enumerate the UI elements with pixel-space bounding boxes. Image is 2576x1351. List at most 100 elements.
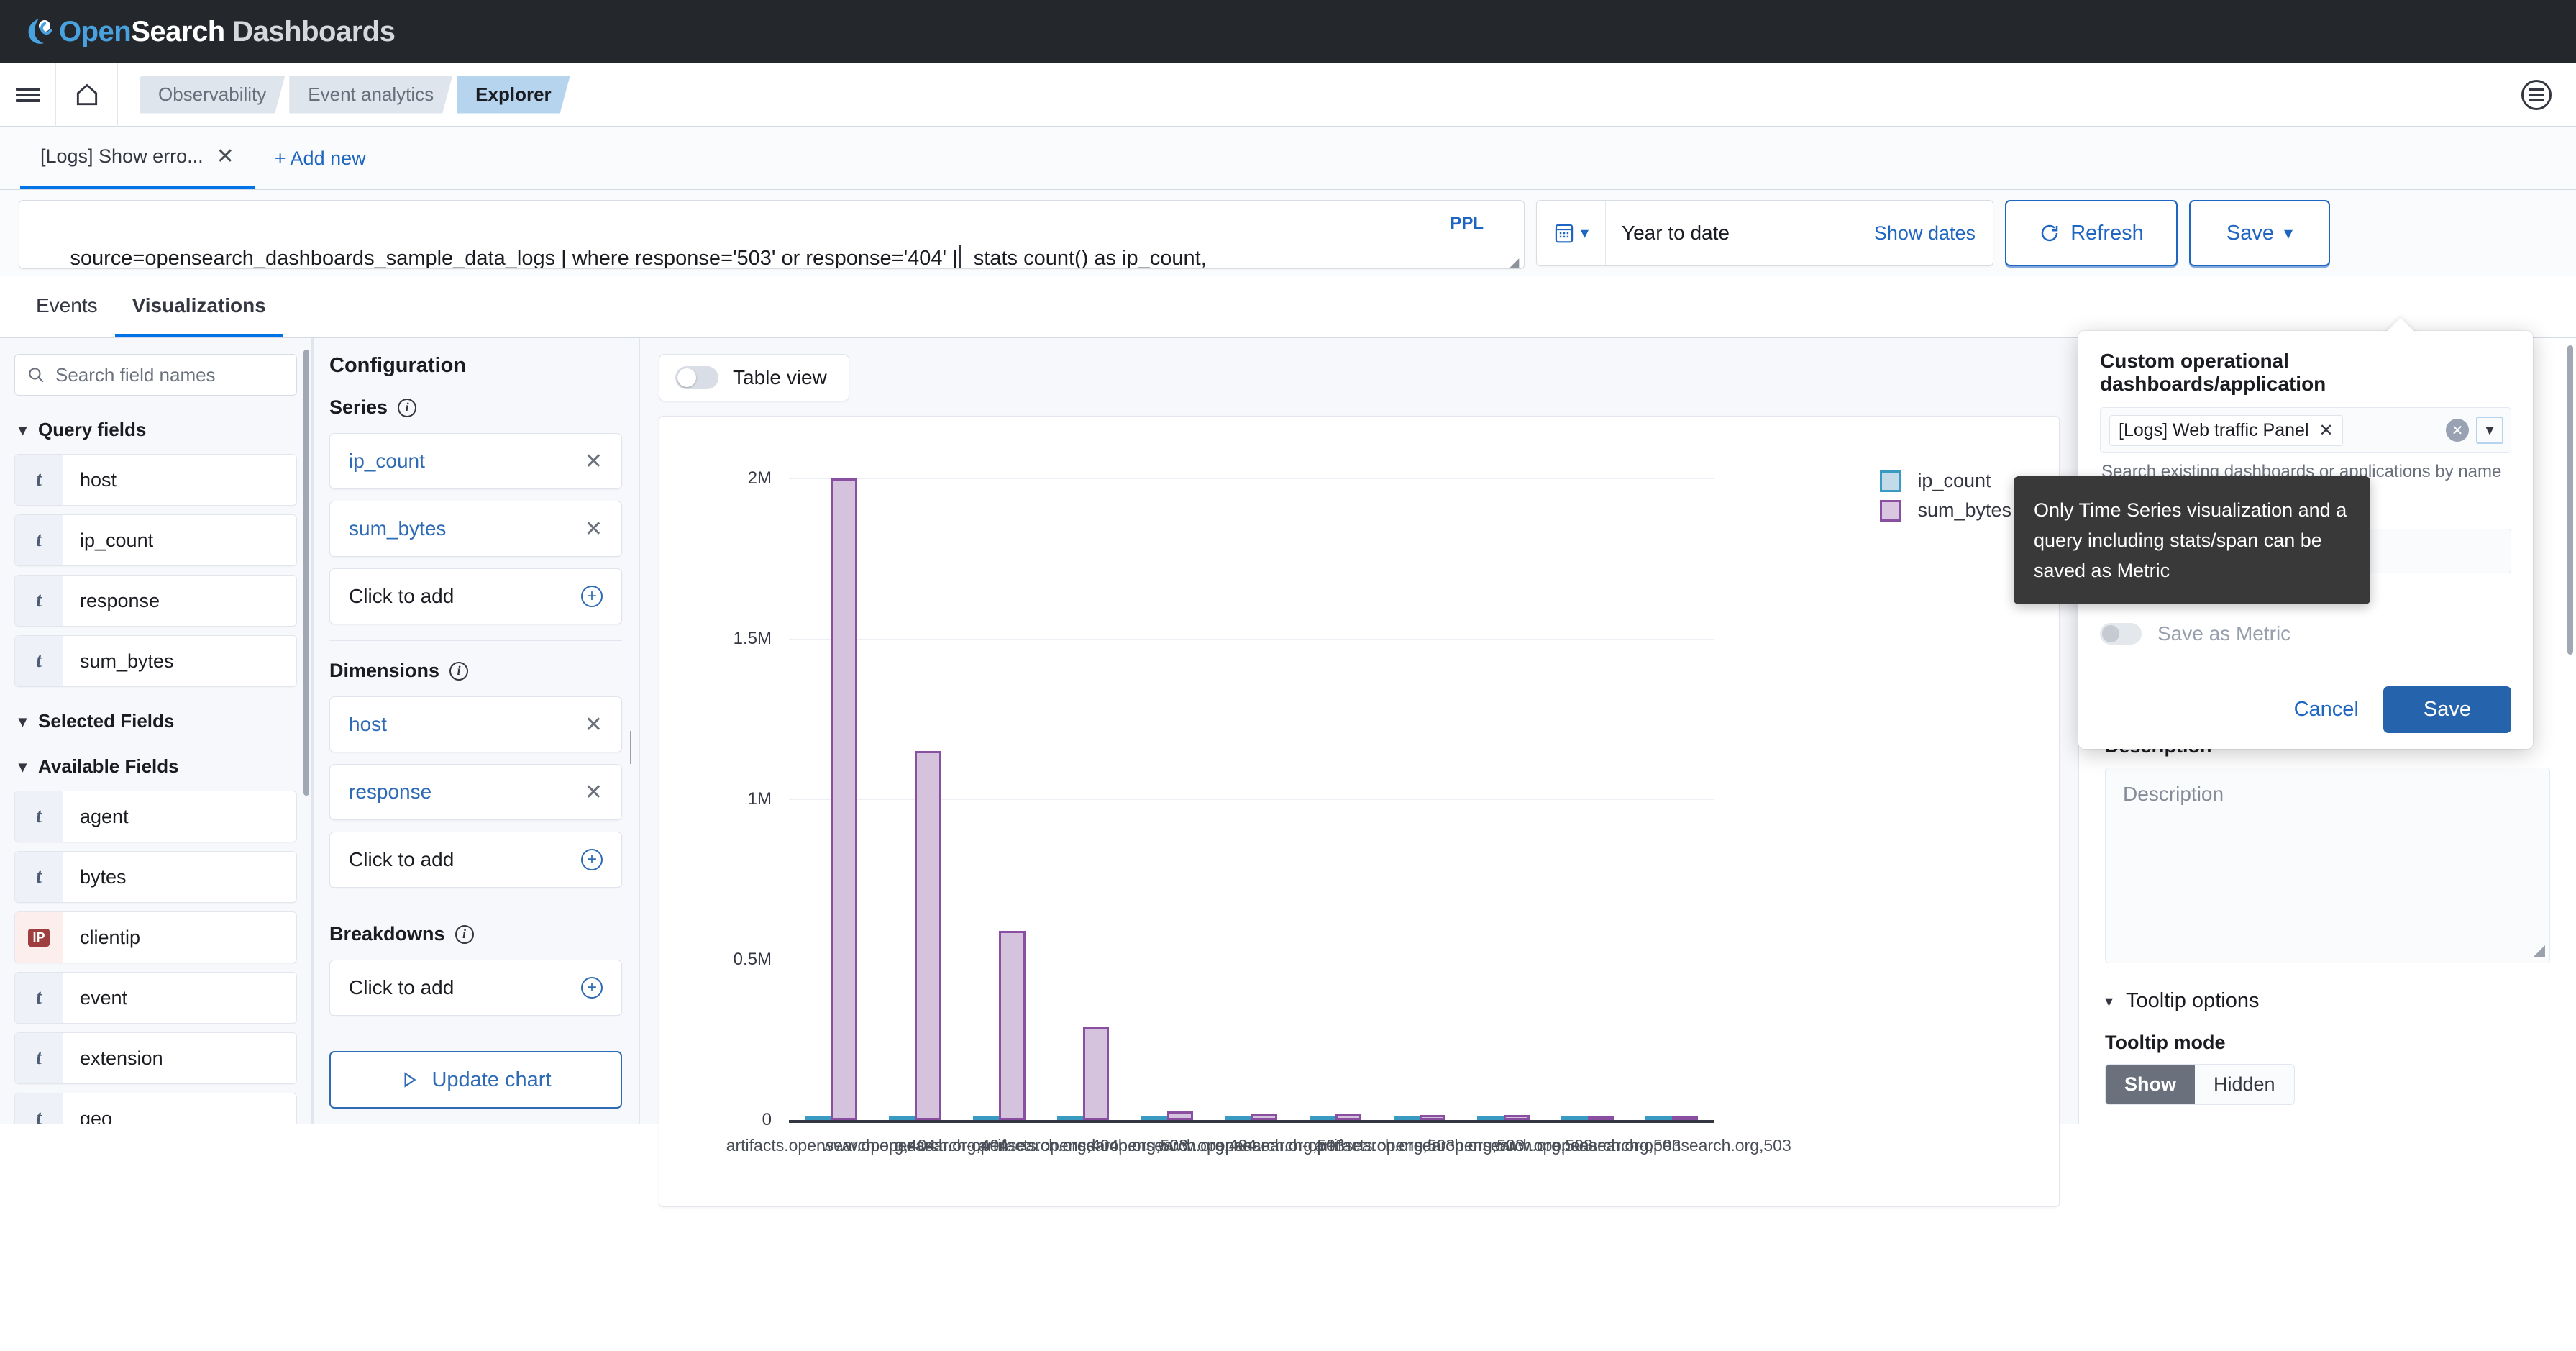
chart-bar[interactable] (831, 478, 857, 1120)
home-icon[interactable] (56, 63, 118, 127)
field-item-extension[interactable]: t extension (14, 1032, 297, 1084)
dashboard-combobox[interactable]: [Logs] Web traffic Panel ✕ ✕ ▾ (2100, 407, 2511, 453)
clear-circle-icon[interactable]: ✕ (2446, 419, 2469, 442)
close-icon[interactable]: ✕ (2319, 420, 2334, 441)
tooltip-mode-hidden-button[interactable]: Hidden (2195, 1065, 2294, 1104)
save-as-metric-row[interactable]: Save as Metric (2100, 622, 2511, 645)
table-view-switch[interactable] (675, 366, 718, 389)
breakdown-add-button[interactable]: Click to add + (329, 960, 622, 1016)
fields-group-available-fields[interactable]: ▾ Available Fields (19, 755, 297, 778)
chart-bar[interactable] (1251, 1114, 1278, 1120)
breadcrumb-explorer[interactable]: Explorer (457, 76, 570, 114)
field-item-ip-count[interactable]: t ip_count (14, 514, 297, 566)
series-item-ip-count[interactable]: ip_count ✕ (329, 433, 622, 489)
close-icon[interactable]: ✕ (585, 449, 603, 474)
add-new-tab-button[interactable]: + Add new (255, 127, 386, 189)
close-icon[interactable]: ✕ (585, 780, 603, 805)
date-range-picker[interactable]: ▾ Year to date Show dates (1536, 200, 1993, 266)
chart-bar[interactable] (1393, 1116, 1420, 1120)
resize-grip-icon[interactable]: ◢ (1508, 254, 1521, 268)
chart-bar[interactable] (1561, 1116, 1588, 1120)
save-as-metric-switch[interactable] (2100, 623, 2142, 645)
plus-circle-icon[interactable]: + (581, 977, 603, 999)
chart-bar[interactable] (1309, 1116, 1335, 1120)
series-add-button[interactable]: Click to add + (329, 568, 622, 624)
breadcrumb-observability[interactable]: Observability (140, 76, 285, 114)
chart-bar[interactable] (1419, 1114, 1446, 1120)
cancel-button[interactable]: Cancel (2294, 698, 2359, 722)
help-icon[interactable] (2521, 79, 2552, 110)
chevron-down-icon[interactable]: ▾ (2284, 223, 2293, 244)
chart-bar[interactable] (973, 1116, 1000, 1120)
chart-bar[interactable] (1335, 1114, 1362, 1120)
calendar-icon[interactable]: ▾ (1537, 201, 1606, 265)
save-button[interactable]: Save ▾ (2189, 200, 2330, 266)
chart-bar[interactable] (1645, 1116, 1672, 1120)
update-chart-button[interactable]: Update chart (329, 1051, 622, 1109)
fields-group-selected-fields[interactable]: ▾ Selected Fields (19, 710, 297, 732)
chart-bar[interactable] (1587, 1115, 1614, 1120)
plus-circle-icon[interactable]: + (581, 586, 603, 607)
search-field-names-input[interactable]: Search field names (14, 354, 297, 396)
selected-dashboard-chip[interactable]: [Logs] Web traffic Panel ✕ (2109, 414, 2343, 446)
info-icon[interactable]: i (398, 398, 417, 417)
plus-circle-icon[interactable]: + (581, 849, 603, 870)
chart-bar[interactable] (1477, 1116, 1504, 1120)
field-item-agent[interactable]: t agent (14, 791, 297, 842)
tooltip-options-accordion[interactable]: ▾ Tooltip options (2105, 989, 2550, 1013)
chart-bar[interactable] (1167, 1111, 1194, 1120)
close-icon[interactable]: ✕ (585, 517, 603, 542)
y-axis-tick-label: 1M (747, 789, 772, 809)
field-item-event[interactable]: t event (14, 972, 297, 1024)
fields-group-query-fields[interactable]: ▾ Query fields (19, 419, 297, 441)
show-dates-button[interactable]: Show dates (1874, 222, 1993, 245)
field-item-sum-bytes[interactable]: t sum_bytes (14, 635, 297, 687)
chart-bar[interactable] (1671, 1116, 1698, 1120)
refresh-button[interactable]: Refresh (2005, 200, 2178, 266)
chevron-down-icon[interactable]: ▾ (2476, 417, 2503, 444)
tab-label: Visualizations (132, 294, 266, 317)
tooltip-mode-show-button[interactable]: Show (2106, 1065, 2195, 1104)
field-item-response[interactable]: t response (14, 575, 297, 627)
chart-bar[interactable] (805, 1115, 831, 1120)
field-type-icon: t (15, 973, 63, 1023)
dimension-add-button[interactable]: Click to add + (329, 832, 622, 888)
panel-drag-handle-left[interactable] (630, 731, 637, 764)
chart-bar[interactable] (915, 751, 941, 1120)
options-scrollbar[interactable] (2567, 345, 2573, 655)
field-item-bytes[interactable]: t bytes (14, 851, 297, 903)
series-item-sum-bytes[interactable]: sum_bytes ✕ (329, 501, 622, 557)
resize-grip-icon[interactable]: ◢ (2533, 941, 2545, 960)
dimension-item-host[interactable]: host ✕ (329, 696, 622, 752)
description-field[interactable]: Description ◢ (2105, 768, 2550, 963)
date-range-value[interactable]: Year to date (1606, 222, 1874, 245)
tab-events[interactable]: Events (19, 277, 115, 337)
table-view-toggle[interactable]: Table view (659, 354, 849, 401)
sidebar-scrollbar[interactable] (303, 350, 309, 796)
field-item-geo[interactable]: t geo (14, 1093, 297, 1124)
chart-bar[interactable] (1503, 1115, 1530, 1120)
field-item-host[interactable]: t host (14, 454, 297, 506)
tab-visualizations[interactable]: Visualizations (114, 277, 283, 337)
breadcrumb-event-analytics[interactable]: Event analytics (289, 76, 452, 114)
chart-bar[interactable] (889, 1116, 915, 1120)
save-confirm-button[interactable]: Save (2383, 686, 2511, 733)
chart-bar[interactable] (1056, 1116, 1084, 1120)
query-language-badge[interactable]: PPL (1450, 214, 1484, 234)
menu-icon[interactable] (0, 63, 56, 127)
chart-bar[interactable] (999, 930, 1026, 1120)
chart-bar[interactable] (1141, 1116, 1168, 1120)
chart-bar[interactable] (1083, 1027, 1110, 1120)
close-icon[interactable]: ✕ (585, 712, 603, 737)
chart-bar[interactable] (1225, 1116, 1251, 1120)
info-icon[interactable]: i (455, 924, 474, 944)
field-name: agent (80, 805, 129, 827)
tab-label: [Logs] Show erro... (40, 145, 204, 167)
chevron-down-icon[interactable]: ▾ (1581, 224, 1589, 242)
close-icon[interactable]: ✕ (216, 145, 234, 168)
info-icon[interactable]: i (449, 661, 469, 681)
dimension-item-response[interactable]: response ✕ (329, 764, 622, 820)
field-item-clientip[interactable]: IP clientip (14, 911, 297, 963)
tab-logs-show-errors[interactable]: [Logs] Show erro... ✕ (20, 127, 255, 189)
search-input[interactable]: source=opensearch_dashboards_sample_data… (19, 200, 1525, 269)
